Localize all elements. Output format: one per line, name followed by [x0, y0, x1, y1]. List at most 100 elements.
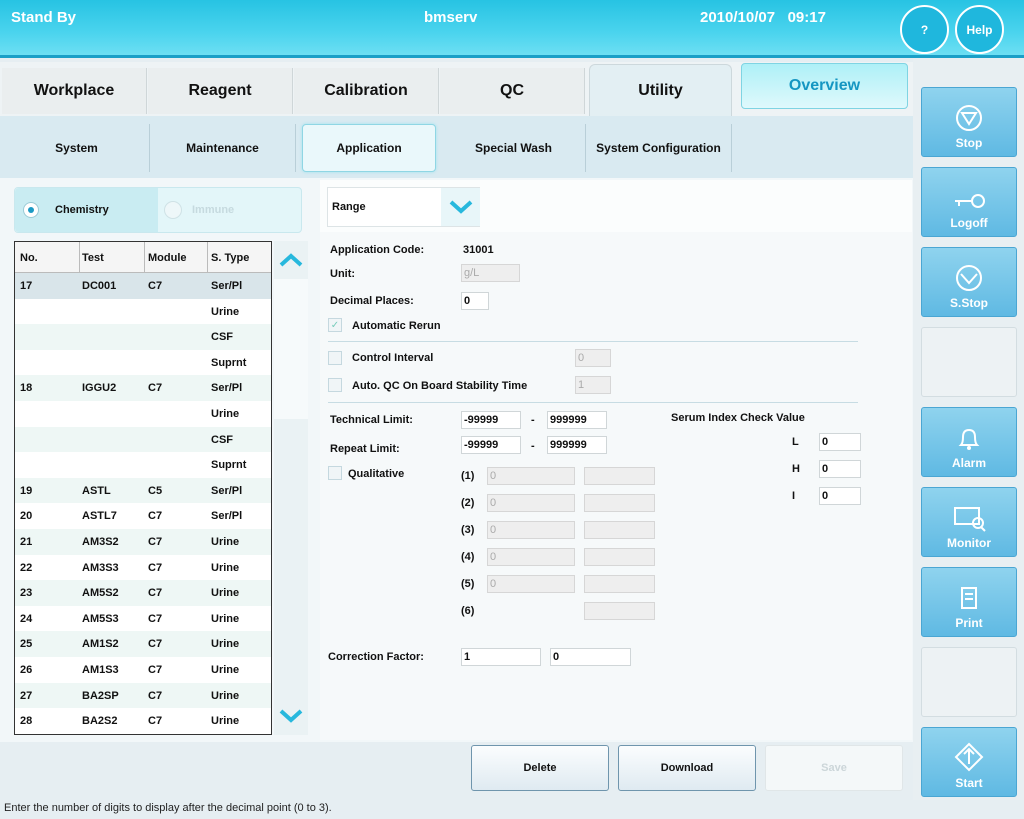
- tab-reagent[interactable]: Reagent: [148, 68, 293, 114]
- cell-test: AM1S3: [82, 664, 119, 676]
- help-button[interactable]: Help: [955, 5, 1004, 54]
- cell-no: 23: [20, 587, 33, 600]
- table-row[interactable]: 26 AM1S3 C7 Urine: [15, 657, 271, 683]
- alarm-label: Alarm: [951, 456, 986, 470]
- col-test: Test: [82, 252, 104, 264]
- table-row[interactable]: Suprnt: [15, 349, 271, 376]
- table-row[interactable]: 28 BA2S2 C7 Urine: [15, 708, 271, 734]
- range-dropdown[interactable]: Range: [327, 187, 480, 227]
- cell-module: C7: [148, 561, 163, 574]
- tab-qc[interactable]: QC: [440, 68, 585, 114]
- serum-index-input[interactable]: 0: [819, 433, 861, 451]
- qualitative-label: Qualitative: [348, 468, 405, 480]
- cell-stype: Ser/Pl: [211, 484, 243, 497]
- subtab-system[interactable]: System: [4, 124, 150, 172]
- radio-selected-icon: [23, 202, 39, 218]
- chemistry-label: Chemistry: [55, 204, 109, 216]
- table-row[interactable]: 23 AM5S2 C7 Urine: [15, 580, 271, 606]
- tab-utility[interactable]: Utility: [589, 64, 732, 116]
- dropdown-chevron-icon: [441, 188, 480, 226]
- cell-no: 22: [20, 561, 33, 574]
- chemistry-radio[interactable]: Chemistry: [15, 188, 158, 232]
- qualitative-index: (3): [461, 524, 475, 536]
- pointer-help-icon: ?: [920, 22, 929, 37]
- table-header: No. Test Module S. Type: [15, 242, 271, 273]
- serum-index-title: Serum Index Check Value: [671, 412, 805, 424]
- cell-test: AM3S2: [82, 536, 119, 548]
- cell-no: 27: [20, 689, 33, 702]
- delete-button[interactable]: Delete: [471, 745, 609, 791]
- correction-factor-input-1[interactable]: 1: [461, 648, 541, 666]
- table-row[interactable]: Urine: [15, 298, 271, 325]
- cell-module: C7: [148, 664, 163, 676]
- logoff-button[interactable]: Logoff: [921, 167, 1017, 237]
- cell-stype: Urine: [211, 587, 240, 600]
- table-row[interactable]: 20 ASTL7 C7 Ser/Pl: [15, 503, 271, 529]
- qualitative-judgement-field: [584, 575, 655, 593]
- qualitative-judgement-field: [584, 602, 655, 620]
- pointer-help-button[interactable]: ?: [900, 5, 949, 54]
- table-row[interactable]: 24 AM5S3 C7 Urine: [15, 605, 271, 632]
- save-button: Save: [765, 745, 903, 791]
- repeat-limit-low-input[interactable]: -99999: [461, 436, 521, 454]
- table-row[interactable]: CSF: [15, 324, 271, 350]
- sampling-stop-icon: [956, 265, 982, 291]
- cell-no: 20: [20, 510, 33, 523]
- table-row[interactable]: 21 AM3S2 C7 Urine: [15, 529, 271, 555]
- subtab-special-wash[interactable]: Special Wash: [442, 124, 586, 172]
- table-row[interactable]: 18 IGGU2 C7 Ser/Pl: [15, 375, 271, 401]
- table-row[interactable]: 27 BA2SP C7 Urine: [15, 682, 271, 709]
- bell-icon: [958, 428, 980, 450]
- tab-workplace[interactable]: Workplace: [2, 68, 147, 114]
- qualitative-checkbox[interactable]: [328, 466, 342, 480]
- tab-overview[interactable]: Overview: [741, 63, 908, 109]
- scroll-down-button[interactable]: [276, 701, 306, 731]
- alarm-button[interactable]: Alarm: [921, 407, 1017, 477]
- correction-factor-input-2[interactable]: 0: [550, 648, 631, 666]
- table-row[interactable]: CSF: [15, 426, 271, 453]
- decimal-places-input[interactable]: 0: [461, 292, 489, 310]
- repeat-limit-high-input[interactable]: 999999: [547, 436, 607, 454]
- sampling-stop-button[interactable]: S.Stop: [921, 247, 1017, 317]
- table-row[interactable]: 22 AM3S3 C7 Urine: [15, 554, 271, 581]
- table-row[interactable]: Suprnt: [15, 452, 271, 478]
- serum-index-key: L: [792, 436, 799, 448]
- qualitative-threshold-field: 0: [487, 521, 575, 539]
- stop-button[interactable]: Stop: [921, 87, 1017, 157]
- table-row[interactable]: Urine: [15, 401, 271, 427]
- stop-icon: [956, 105, 982, 131]
- range-dash: -: [531, 440, 535, 452]
- serum-index-input[interactable]: 0: [819, 487, 861, 505]
- table-row[interactable]: 19 ASTL C5 Ser/Pl: [15, 477, 271, 504]
- technical-limit-low-input[interactable]: -99999: [461, 411, 521, 429]
- cell-stype: CSF: [211, 331, 233, 344]
- cell-no: 19: [20, 484, 33, 497]
- cell-module: C7: [148, 510, 163, 523]
- technical-limit-high-input[interactable]: 999999: [547, 411, 607, 429]
- control-interval-field: 0: [575, 349, 611, 367]
- cell-module: C7: [148, 638, 163, 651]
- cell-test: AM3S3: [82, 561, 119, 574]
- scroll-thumb[interactable]: [274, 279, 308, 419]
- serum-index-input[interactable]: 0: [819, 460, 861, 478]
- col-module: Module: [148, 252, 187, 264]
- unit-label: Unit:: [330, 268, 356, 280]
- range-dropdown-value: Range: [332, 201, 366, 213]
- table-row[interactable]: 25 AM1S2 C7 Urine: [15, 631, 271, 657]
- subtab-system-configuration[interactable]: System Configuration: [586, 124, 732, 172]
- date-time: 2010/10/07 09:17: [700, 9, 826, 26]
- cell-stype: Suprnt: [211, 459, 247, 472]
- tab-calibration[interactable]: Calibration: [294, 68, 439, 114]
- test-table: No. Test Module S. Type 17 DC001 C7 Ser/Pl U…: [14, 241, 272, 735]
- print-button[interactable]: Print: [921, 567, 1017, 637]
- subtab-maintenance[interactable]: Maintenance: [150, 124, 296, 172]
- cell-no: 28: [20, 715, 33, 728]
- subtab-application[interactable]: Application: [302, 124, 436, 172]
- start-button[interactable]: Start: [921, 727, 1017, 797]
- download-button[interactable]: Download: [618, 745, 756, 791]
- scroll-up-button[interactable]: [276, 245, 306, 275]
- range-dash: -: [531, 414, 535, 426]
- cell-stype: Urine: [211, 305, 240, 318]
- monitor-button[interactable]: Monitor: [921, 487, 1017, 557]
- table-row[interactable]: 17 DC001 C7 Ser/Pl: [15, 273, 271, 299]
